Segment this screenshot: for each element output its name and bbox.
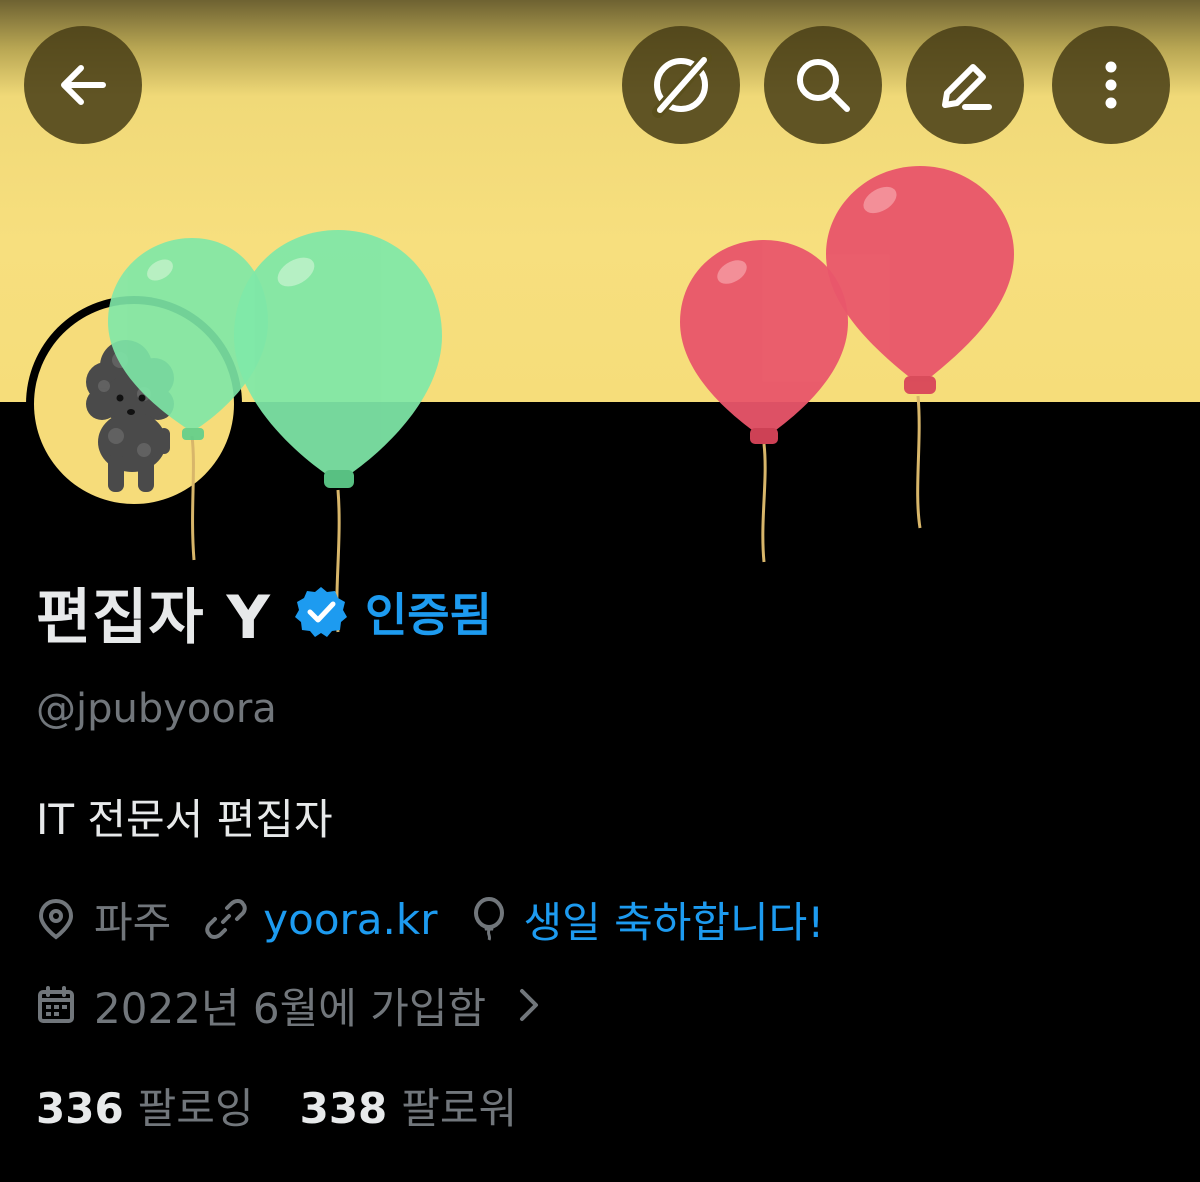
bio: IT 전문서 편집자 <box>36 795 333 844</box>
edit-button[interactable] <box>906 26 1024 144</box>
arrow-left-icon <box>61 65 106 105</box>
follow-stats: 336 팔로잉 338 팔로워 <box>36 1074 563 1136</box>
grok-icon <box>652 52 712 118</box>
search-icon <box>797 59 850 112</box>
profile-avatar[interactable] <box>26 296 242 512</box>
poodle-icon <box>86 340 174 492</box>
followers-count: 338 <box>299 1083 388 1133</box>
following-label: 팔로잉 <box>137 1083 254 1133</box>
location-text: 파주 <box>94 897 172 947</box>
avatar-image <box>34 304 234 504</box>
verified-badge-icon[interactable] <box>293 584 349 640</box>
name-row: 편집자 Y 인증됨 <box>36 572 492 653</box>
birthday-text[interactable]: 생일 축하합니다! <box>523 889 824 950</box>
following-link[interactable]: 336 팔로잉 <box>36 1075 254 1136</box>
handle: @jpubyoora <box>36 686 277 732</box>
display-name: 편집자 Y <box>36 582 271 653</box>
joined-text: 2022년 6월에 가입함 <box>94 983 487 1033</box>
chevron-right-icon <box>520 989 539 1021</box>
profile-screen: 편집자 Y 인증됨 @jpubyoora IT 전문서 편집자 파주 yoora… <box>0 0 1200 1182</box>
following-count: 336 <box>36 1083 124 1133</box>
edit-icon <box>942 64 992 110</box>
profile-meta-row: 파주 yoora.kr 생일 축하합니다! <box>36 888 824 950</box>
location-pin-icon <box>38 898 74 940</box>
verified-label[interactable]: 인증됨 <box>365 579 492 645</box>
balloon-icon <box>474 897 505 941</box>
more-button[interactable] <box>1052 26 1170 144</box>
link-icon <box>205 899 248 939</box>
joined-date-row[interactable]: 2022년 6월에 가입함 <box>36 974 544 1036</box>
search-button[interactable] <box>764 26 882 144</box>
followers-label: 팔로워 <box>401 1083 518 1133</box>
back-button[interactable] <box>24 26 142 144</box>
followers-link[interactable]: 338 팔로워 <box>300 1075 518 1136</box>
more-vertical-icon <box>1105 61 1117 109</box>
calendar-icon <box>38 986 74 1023</box>
grok-button[interactable] <box>622 26 740 144</box>
website-link[interactable]: yoora.kr <box>263 895 437 944</box>
